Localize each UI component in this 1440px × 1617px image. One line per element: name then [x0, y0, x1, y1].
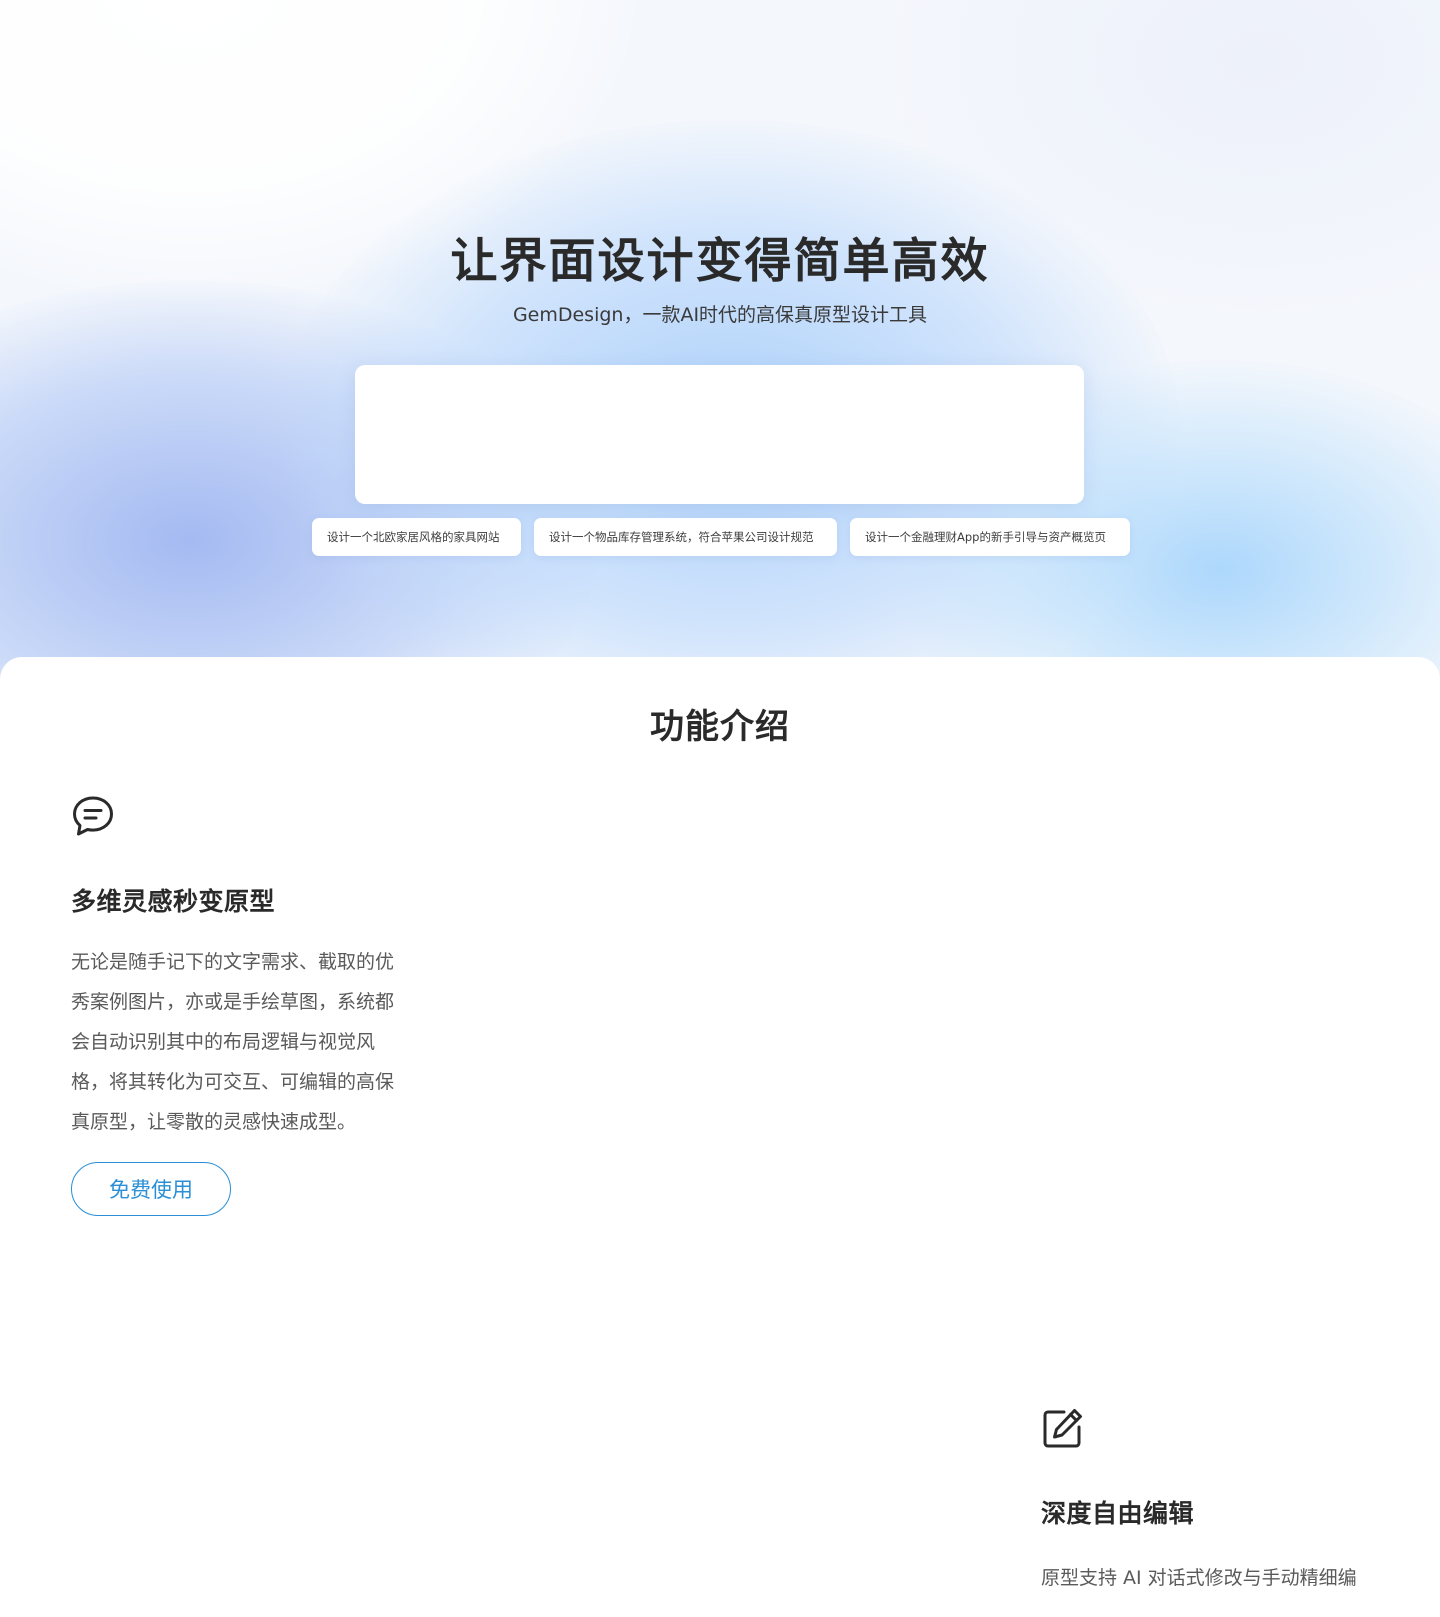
- hero-title: 让界面设计变得简单高效: [450, 234, 990, 289]
- suggestion-chip[interactable]: 设计一个北欧家居风格的家具网站: [312, 518, 521, 556]
- suggestion-chip[interactable]: 设计一个物品库存管理系统，符合苹果公司设计规范: [534, 518, 837, 556]
- chat-bubble-icon: [73, 796, 113, 836]
- hero-background: [0, 0, 1440, 700]
- feature-card: 深度自由编辑 原型支持 AI 对话式修改与手动精细编: [1041, 1406, 1401, 1598]
- feature-card: 多维灵感秒变原型 无论是随手记下的文字需求、截取的优秀案例图片，亦或是手绘草图，…: [71, 794, 401, 1216]
- suggestion-chip[interactable]: 设计一个金融理财App的新手引导与资产概览页: [850, 518, 1130, 556]
- features-title: 功能介绍: [650, 707, 790, 747]
- prompt-input[interactable]: [355, 365, 1084, 504]
- free-use-button[interactable]: 免费使用: [71, 1162, 231, 1216]
- feature-heading: 深度自由编辑: [1041, 1499, 1195, 1528]
- edit-icon: [1043, 1409, 1082, 1448]
- feature-description: 原型支持 AI 对话式修改与手动精细编: [1041, 1567, 1357, 1589]
- suggestion-list: 设计一个北欧家居风格的家具网站 设计一个物品库存管理系统，符合苹果公司设计规范 …: [312, 518, 1130, 556]
- feature-description: 无论是随手记下的文字需求、截取的优秀案例图片，亦或是手绘草图，系统都会自动识别其…: [71, 951, 395, 1133]
- feature-heading: 多维灵感秒变原型: [71, 887, 276, 916]
- features-section: 功能介绍 多维灵感秒变原型 无论是随手记下的文字需求、截取的优秀案例图片，亦或是…: [0, 657, 1440, 1617]
- hero-subtitle: GemDesign，一款AI时代的高保真原型设计工具: [512, 304, 928, 326]
- hero-section: 让界面设计变得简单高效 GemDesign，一款AI时代的高保真原型设计工具 设…: [0, 0, 1440, 700]
